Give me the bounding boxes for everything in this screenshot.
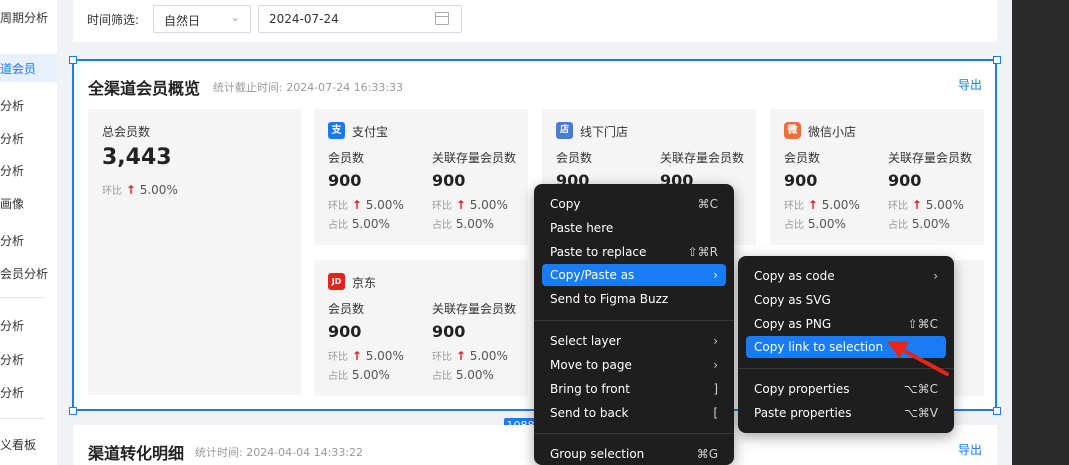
chevron-right-icon: › — [713, 334, 718, 348]
canvas-side-panel — [1012, 0, 1069, 465]
chevron-down-icon: ⌄ — [230, 11, 240, 24]
chevron-right-icon: › — [933, 269, 938, 283]
sidebar-item-analysis-2[interactable]: 分析 — [0, 130, 57, 148]
menu-item-group-selection[interactable]: Group selection ⌘G — [542, 443, 726, 465]
chevron-right-icon: › — [713, 268, 718, 282]
sidebar-item-channel-members[interactable]: 道会员 — [0, 54, 57, 82]
conversion-export-link[interactable]: 导出 — [958, 441, 982, 458]
menu-separator — [534, 320, 734, 321]
menu-item-paste-to-replace[interactable]: Paste to replace ⇧⌘R — [542, 241, 726, 263]
menu-item-copy-paste-as[interactable]: Copy/Paste as › — [542, 264, 726, 286]
sidebar-item-analysis-3[interactable]: 分析 — [0, 162, 57, 180]
resize-handle[interactable] — [993, 56, 1001, 64]
menu-separator — [534, 433, 734, 434]
sidebar-item-portrait[interactable]: 画像 — [0, 195, 57, 213]
menu-item-copy[interactable]: Copy ⌘C — [542, 193, 726, 215]
submenu-item-copy-properties[interactable]: Copy properties ⌥⌘C — [746, 378, 946, 400]
sidebar-item-analysis-6[interactable]: 分析 — [0, 351, 57, 369]
submenu-item-copy-as-svg[interactable]: Copy as SVG — [746, 289, 946, 311]
sidebar-divider — [0, 418, 45, 419]
sidebar-item-analysis-1[interactable]: 分析 — [0, 97, 57, 115]
sidebar: 周期分析 道会员 分析 分析 分析 画像 分析 会员分析 分析 分析 分析 义看… — [0, 0, 57, 465]
period-select[interactable]: 自然日 ⌄ — [153, 5, 251, 33]
menu-item-paste-here[interactable]: Paste here — [542, 217, 726, 239]
red-arrow-icon — [887, 341, 949, 376]
submenu-item-copy-as-png[interactable]: Copy as PNG ⇧⌘C — [746, 313, 946, 335]
conversion-timestamp: 统计时间: 2024-04-04 14:33:22 — [195, 446, 364, 459]
time-filter-bar: 时间筛选: 自然日 ⌄ 2024-07-24 — [73, 0, 997, 42]
menu-item-send-to-figma-buzz[interactable]: Send to Figma Buzz — [542, 288, 726, 310]
menu-item-move-to-page[interactable]: Move to page › — [542, 354, 726, 376]
date-picker-value: 2024-07-24 — [269, 12, 339, 26]
context-menu: Copy ⌘C Paste here Paste to replace ⇧⌘R Co… — [534, 184, 734, 465]
chevron-right-icon: › — [713, 358, 718, 372]
submenu-item-copy-as-code[interactable]: Copy as code › — [746, 265, 946, 287]
menu-item-bring-to-front[interactable]: Bring to front] — [542, 378, 726, 400]
sidebar-divider — [0, 297, 45, 298]
conversion-title: 渠道转化明细 — [88, 444, 185, 463]
sidebar-item-analysis-5[interactable]: 分析 — [0, 317, 57, 335]
sidebar-item-custom-board[interactable]: 义看板 — [0, 436, 57, 454]
menu-item-select-layer[interactable]: Select layer › — [542, 330, 726, 352]
submenu-item-paste-properties[interactable]: Paste properties ⌥⌘V — [746, 402, 946, 424]
resize-handle[interactable] — [69, 56, 77, 64]
sidebar-item-cycle-analysis[interactable]: 周期分析 — [0, 9, 57, 27]
period-select-value: 自然日 — [164, 14, 201, 28]
calendar-icon — [435, 12, 449, 25]
time-filter-label: 时间筛选: — [87, 13, 140, 27]
sidebar-item-member-analysis[interactable]: 会员分析 — [0, 265, 57, 283]
menu-item-send-to-back[interactable]: Send to back[ — [542, 402, 726, 424]
resize-handle[interactable] — [993, 407, 1001, 415]
sidebar-item-analysis-4[interactable]: 分析 — [0, 232, 57, 250]
sidebar-item-analysis-7[interactable]: 分析 — [0, 384, 57, 402]
date-picker[interactable]: 2024-07-24 — [258, 5, 462, 33]
resize-handle[interactable] — [69, 407, 77, 415]
